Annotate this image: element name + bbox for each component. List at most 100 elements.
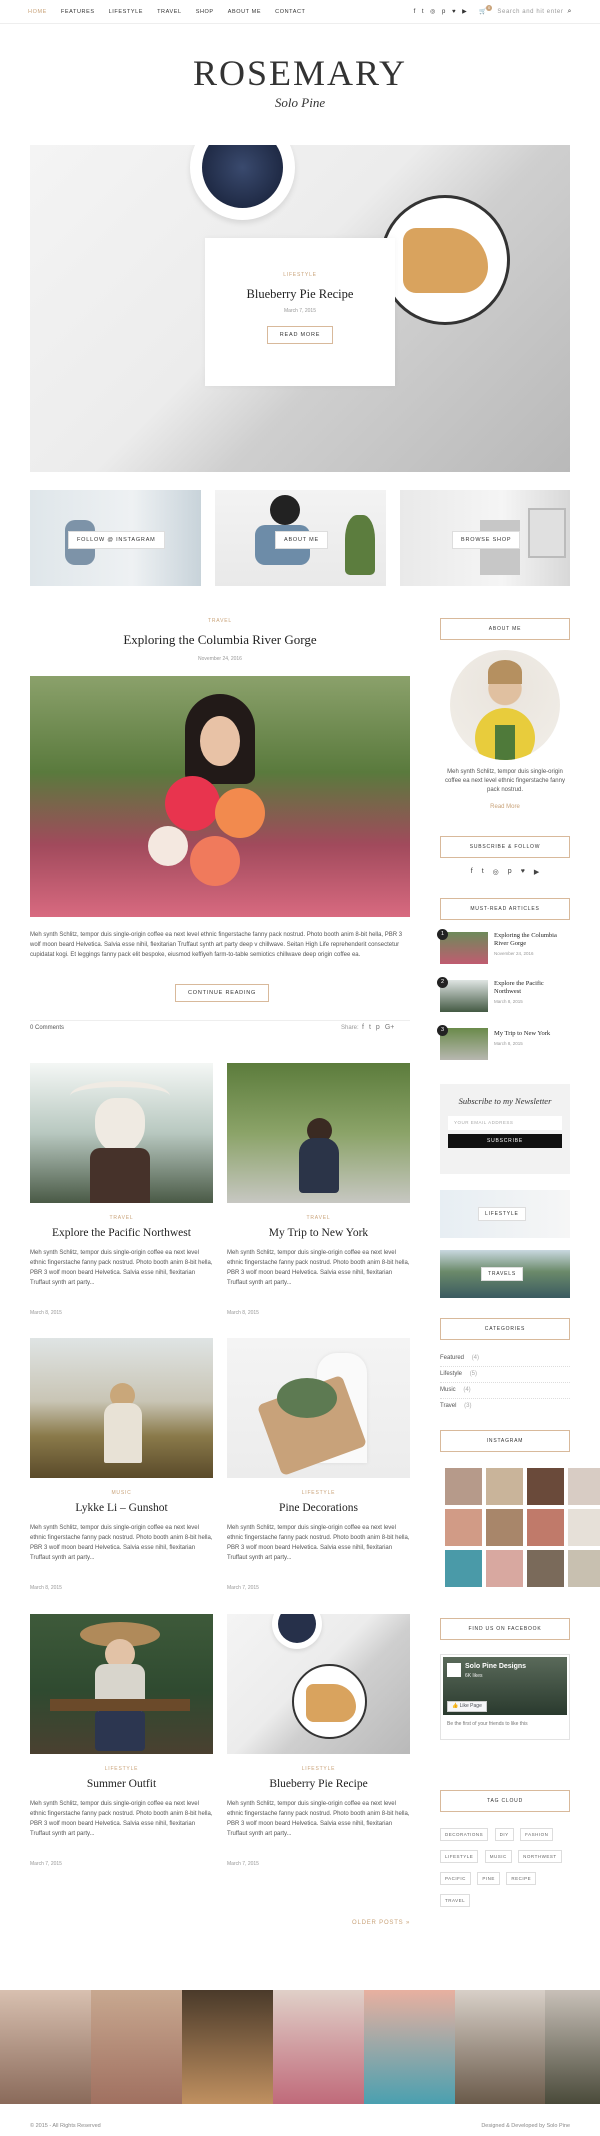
category-name-3[interactable]: Music [440, 1387, 456, 1393]
instagram-photo[interactable] [568, 1550, 600, 1587]
footer-instagram-photo[interactable] [545, 1990, 600, 2104]
footer-instagram-photo[interactable] [272, 1990, 364, 2104]
sidebar-instagram-icon[interactable]: ◎ [493, 868, 499, 876]
nav-lifestyle[interactable]: LIFESTYLE [109, 9, 143, 15]
search-input[interactable]: Search and hit enter [497, 9, 563, 15]
tag-item[interactable]: DIY [494, 1828, 514, 1841]
youtube-icon[interactable]: ▶ [462, 8, 467, 15]
instagram-photo[interactable] [568, 1509, 600, 1546]
share-pinterest-icon[interactable]: p [376, 1024, 380, 1031]
featured-title[interactable]: Exploring the Columbia River Gorge [30, 632, 410, 648]
newsletter-email-input[interactable]: YOUR EMAIL ADDRESS [448, 1116, 562, 1130]
footer-instagram-photo[interactable] [181, 1990, 273, 2104]
grid-post-image-4[interactable] [227, 1338, 410, 1478]
featured-image[interactable] [30, 676, 410, 917]
share-facebook-icon[interactable]: f [362, 1024, 364, 1031]
mustread-title-2[interactable]: Explore the Pacific Northwest [494, 980, 570, 996]
facebook-icon[interactable]: f [414, 9, 416, 15]
sidebar-promo-travels-label[interactable]: TRAVELS [481, 1267, 524, 1281]
grid-post-image-2[interactable] [227, 1063, 410, 1203]
nav-shop[interactable]: SHOP [196, 9, 214, 15]
instagram-photo[interactable] [445, 1550, 482, 1587]
promo-shop-label[interactable]: BROWSE SHOP [452, 531, 521, 549]
mustread-title-3[interactable]: My Trip to New York [494, 1030, 570, 1038]
grid-post-image-1[interactable] [30, 1063, 213, 1203]
sidebar-facebook-icon[interactable]: f [471, 868, 473, 876]
tag-item[interactable]: PACIFIC [440, 1872, 471, 1885]
sidebar-heart-icon[interactable]: ♥ [521, 868, 525, 876]
category-item-3[interactable]: Music (4) [440, 1386, 570, 1399]
tag-item[interactable]: NORTHWEST [518, 1850, 562, 1863]
footer-instagram-photo[interactable] [90, 1990, 182, 2104]
site-logo[interactable]: ROSEMARY [0, 52, 600, 94]
share-twitter-icon[interactable]: t [369, 1024, 371, 1031]
mustread-item-1[interactable]: 1 Exploring the Columbia River Gorge Nov… [437, 929, 570, 968]
facebook-like-button[interactable]: 👍 Like Page [447, 1701, 487, 1712]
grid-post-category-1[interactable]: TRAVEL [30, 1215, 213, 1221]
promo-instagram-label[interactable]: FOLLOW @ INSTAGRAM [68, 531, 165, 549]
instagram-photo[interactable] [486, 1468, 523, 1505]
pinterest-icon[interactable]: p [442, 9, 446, 15]
instagram-icon[interactable]: ◎ [430, 8, 436, 15]
footer-instagram-photo[interactable] [0, 1990, 91, 2104]
older-posts-link[interactable]: OLDER POSTS » [352, 1920, 410, 1926]
instagram-photo[interactable] [486, 1509, 523, 1546]
facebook-page-name[interactable]: Solo Pine Designs [465, 1663, 526, 1670]
instagram-photo[interactable] [527, 1468, 564, 1505]
footer-credit[interactable]: Designed & Developed by Solo Pine [481, 2123, 570, 2129]
heart-icon[interactable]: ♥ [452, 9, 456, 15]
tag-item[interactable]: RECIPE [506, 1872, 537, 1885]
share-google-icon[interactable]: G+ [385, 1024, 395, 1031]
instagram-photo[interactable] [486, 1550, 523, 1587]
cart-icon[interactable]: 🛒 0 [479, 5, 493, 15]
tag-item[interactable]: LIFESTYLE [440, 1850, 479, 1863]
grid-post-image-6[interactable] [227, 1614, 410, 1754]
hero-title[interactable]: Blueberry Pie Recipe [205, 287, 395, 302]
newsletter-subscribe-button[interactable]: SUBSCRIBE [448, 1134, 562, 1148]
about-read-more-link[interactable]: Read More [440, 804, 570, 810]
grid-post-category-2[interactable]: TRAVEL [227, 1215, 410, 1221]
grid-post-category-4[interactable]: LIFESTYLE [227, 1490, 410, 1496]
sidebar-promo-lifestyle-label[interactable]: LIFESTYLE [478, 1207, 526, 1221]
instagram-photo[interactable] [527, 1550, 564, 1587]
mustread-item-3[interactable]: 3 My Trip to New York March 8, 2015 [437, 1025, 570, 1064]
tag-item[interactable]: DECORATIONS [440, 1828, 489, 1841]
grid-post-title-5[interactable]: Summer Outfit [30, 1778, 213, 1790]
sidebar-pinterest-icon[interactable]: p [508, 868, 512, 876]
tag-item[interactable]: MUSIC [484, 1850, 512, 1863]
nav-travel[interactable]: TRAVEL [157, 9, 182, 15]
promo-about-label[interactable]: ABOUT ME [275, 531, 329, 549]
grid-post-title-4[interactable]: Pine Decorations [227, 1502, 410, 1514]
continue-reading-button[interactable]: CONTINUE READING [175, 984, 270, 1002]
nav-contact[interactable]: CONTACT [275, 9, 305, 15]
tag-item[interactable]: TRAVEL [440, 1894, 471, 1907]
sidebar-twitter-icon[interactable]: t [482, 868, 484, 876]
mustread-title-1[interactable]: Exploring the Columbia River Gorge [494, 932, 570, 948]
instagram-photo[interactable] [568, 1468, 600, 1505]
about-avatar[interactable] [450, 650, 560, 760]
category-name-2[interactable]: Lifestyle [440, 1371, 462, 1377]
nav-features[interactable]: FEATURES [61, 9, 95, 15]
category-item-1[interactable]: Featured (4) [440, 1354, 570, 1367]
grid-post-category-6[interactable]: LIFESTYLE [227, 1766, 410, 1772]
hero-category[interactable]: LIFESTYLE [205, 272, 395, 278]
search-icon[interactable]: ⌕ [567, 8, 572, 16]
grid-post-title-6[interactable]: Blueberry Pie Recipe [227, 1778, 410, 1790]
footer-instagram-photo[interactable] [363, 1990, 455, 2104]
grid-post-image-3[interactable] [30, 1338, 213, 1478]
grid-post-category-3[interactable]: MUSIC [30, 1490, 213, 1496]
twitter-icon[interactable]: t [422, 9, 424, 15]
featured-category[interactable]: TRAVEL [30, 618, 410, 624]
category-name-4[interactable]: Travel [440, 1403, 456, 1409]
grid-post-title-3[interactable]: Lykke Li – Gunshot [30, 1502, 213, 1514]
category-name-1[interactable]: Featured [440, 1355, 464, 1361]
instagram-photo[interactable] [527, 1509, 564, 1546]
grid-post-image-5[interactable] [30, 1614, 213, 1754]
tag-item[interactable]: PINE [477, 1872, 500, 1885]
instagram-photo[interactable] [445, 1509, 482, 1546]
mustread-item-2[interactable]: 2 Explore the Pacific Northwest March 8,… [437, 977, 570, 1016]
instagram-photo[interactable] [445, 1468, 482, 1505]
grid-post-title-1[interactable]: Explore the Pacific Northwest [30, 1227, 213, 1239]
hero-read-more-button[interactable]: READ MORE [266, 326, 334, 344]
sidebar-youtube-icon[interactable]: ▶ [534, 868, 539, 876]
